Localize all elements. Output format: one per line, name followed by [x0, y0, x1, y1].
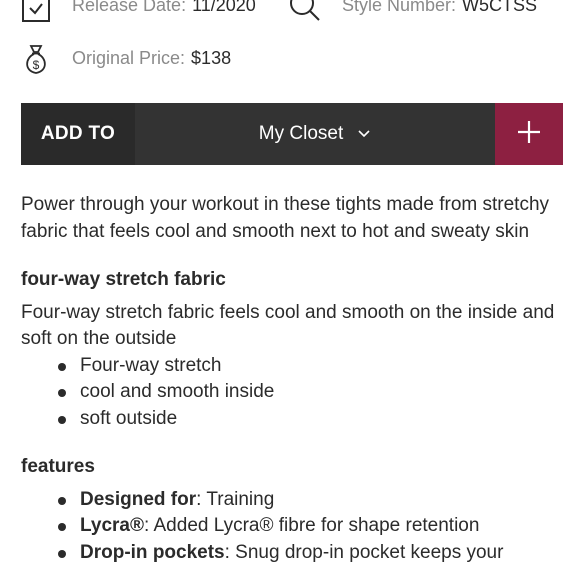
style-number: Style Number: W5CTSS [342, 0, 537, 16]
style-number-label: Style Number: [342, 0, 457, 15]
chevron-down-icon [357, 123, 371, 145]
features-heading: features [21, 456, 95, 477]
feature-text: : Training [196, 488, 275, 510]
feature-term: Drop-in pockets [80, 541, 225, 563]
list-item: soft outside [58, 406, 561, 433]
feature-text: : Added Lycra® fibre for shape retention [144, 515, 480, 536]
feature-item: Drop-in pockets: Snug drop-in pocket kee… [58, 540, 561, 567]
release-date-value: 11/2020 [192, 0, 256, 15]
style-number-value: W5CTSS [462, 0, 538, 15]
original-price: Original Price: $138 [72, 48, 231, 69]
svg-text:$: $ [33, 58, 40, 72]
search-icon [288, 0, 324, 30]
stretch-heading: four-way stretch fabric [21, 269, 226, 290]
feature-item: Designed for: Training [58, 487, 561, 514]
add-to-label: ADD TO [21, 103, 135, 165]
feature-text: : Snug drop-in pocket keeps your [224, 541, 504, 563]
release-date-label: Release Date: [72, 0, 187, 15]
feature-item: Lycra®: Added Lycra® fibre for shape ret… [58, 513, 561, 540]
money-bag-icon: $ [22, 42, 50, 81]
list-item: cool and smooth inside [58, 379, 561, 406]
stretch-bullets: Four-way stretch cool and smooth inside … [21, 353, 561, 433]
feature-term: Lycra® [80, 515, 144, 536]
original-price-value: $138 [191, 48, 232, 68]
release-date: Release Date: 11/2020 [72, 0, 256, 16]
calendar-check-icon [21, 0, 51, 28]
plus-icon [516, 119, 542, 150]
original-price-label: Original Price: [72, 48, 186, 68]
features-list: Designed for: Training Lycra®: Added Lyc… [21, 487, 561, 567]
description-text: Power through your workout in these tigh… [21, 194, 550, 242]
meta-row-price: $ Original Price: $138 [0, 44, 580, 74]
product-description: Power through your workout in these tigh… [21, 192, 561, 566]
closet-select[interactable]: My Closet [135, 103, 495, 165]
stretch-text: Four-way stretch fabric feels cool and s… [21, 301, 555, 350]
meta-row-top: Release Date: 11/2020 Style Number: W5CT… [0, 0, 580, 23]
feature-term: Designed for [80, 488, 197, 510]
add-to-closet-bar: ADD TO My Closet [21, 103, 563, 165]
closet-select-value: My Closet [258, 123, 344, 144]
list-item: Four-way stretch [58, 353, 561, 380]
add-to-closet-button[interactable] [495, 103, 563, 165]
